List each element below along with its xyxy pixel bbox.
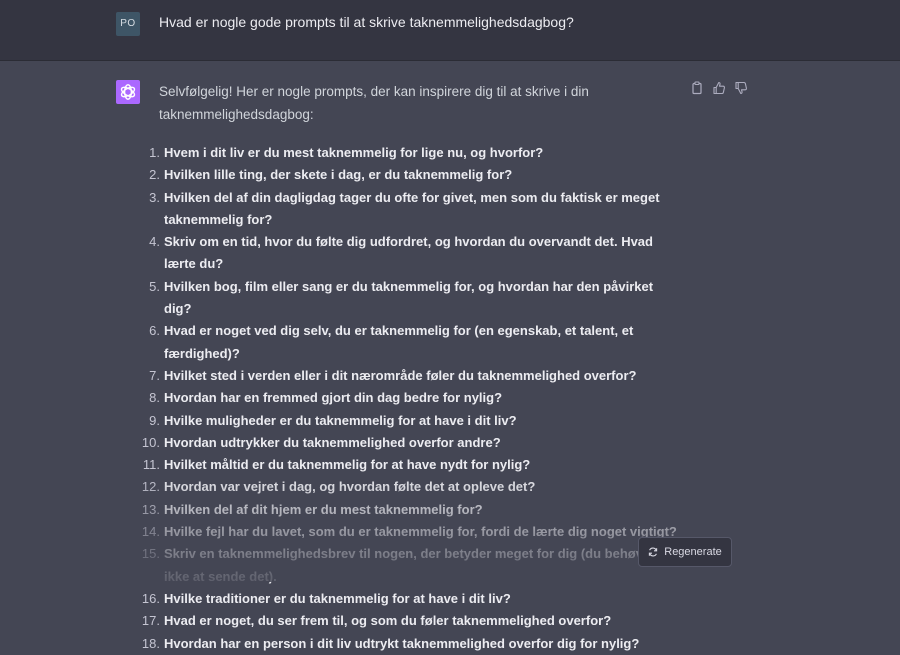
list-item-number: 11. <box>142 457 160 473</box>
list-item: 17. Hvad er noget, du ser frem til, og so… <box>136 610 696 632</box>
list-item: 5. Hvilken bog, film eller sang er du tak… <box>136 276 696 321</box>
regenerate-button[interactable]: Regenerate <box>638 537 732 567</box>
assistant-message-row: Selvfølgelig! Her er nogle prompts, der … <box>0 61 900 651</box>
list-item-number: 3. <box>149 189 160 205</box>
list-item-number: 12. <box>141 479 160 495</box>
user-message-text: Hvad er nogle gode prompts til at skrive… <box>159 14 574 30</box>
list-item-number: 2. <box>149 167 160 183</box>
list-item-text: Hvilken del af dit hjem er du mest takne… <box>164 501 483 517</box>
list-item-number: 17. <box>141 613 160 629</box>
list-item: 11. Hvilket måltid er du taknemmelig for … <box>136 454 696 476</box>
list-item-number: 6. <box>149 323 160 339</box>
user-message-row: PO Hvad er nogle gode prompts til at skr… <box>0 0 900 61</box>
list-item-text: Hvilken lille ting, der skete i dag, er … <box>164 167 513 183</box>
list-item: 7. Hvilket sted i verden eller i dit næro… <box>136 365 696 387</box>
list-item-text: Hvilke traditioner er du taknemmelig for… <box>164 590 511 606</box>
list-item: 12. Hvordan var vejret i dag, og hvordan … <box>136 476 696 498</box>
refresh-icon <box>649 547 658 557</box>
list-item-number: 7. <box>149 367 160 383</box>
list-item-number: 15. <box>141 546 160 562</box>
list-item-number: 13. <box>141 501 160 517</box>
list-item-text: Hvad er noget, du ser frem til, og som d… <box>164 613 612 629</box>
assistant-intro-text: Selvfølgelig! Her er nogle prompts, der … <box>159 84 589 122</box>
list-item-text: Hvem i dit liv er du mest taknemmelig fo… <box>164 145 544 160</box>
list-item: 13. Hvilken del af dit hjem er du mest ta… <box>136 499 696 521</box>
user-avatar: PO <box>116 12 140 36</box>
prompt-list: 1. Hvem i dit liv er du mest taknemmelig … <box>136 142 696 655</box>
thumbs-up-icon[interactable] <box>712 81 726 95</box>
list-item: 6. Hvad er noget ved dig selv, du er takn… <box>136 320 696 365</box>
list-item: 4. Skriv om en tid, hvor du følte dig udf… <box>136 231 696 276</box>
list-item-number: 8. <box>149 390 160 406</box>
list-item: 16. Hvilke traditioner er du taknemmelig … <box>136 588 696 610</box>
list-item-text: Hvilken del af din dagligdag tager du of… <box>164 189 660 227</box>
list-item-number: 1. <box>149 145 160 160</box>
message-actions <box>690 81 748 95</box>
list-item-text: Hvilke fejl har du lavet, som du er takn… <box>164 524 677 540</box>
list-item-text: Hvilket sted i verden eller i dit næromr… <box>164 367 637 383</box>
list-item-text: Hvordan har en fremmed gjort din dag bed… <box>164 390 503 406</box>
list-item-number: 4. <box>149 234 160 250</box>
thumbs-down-icon[interactable] <box>734 81 748 95</box>
assistant-avatar <box>116 80 140 104</box>
list-item-text: Hvilken bog, film eller sang er du takne… <box>164 278 654 317</box>
list-item: 10. Hvordan udtrykker du taknemmelighed o… <box>136 432 696 454</box>
list-item: 1. Hvem i dit liv er du mest taknemmelig … <box>136 142 696 164</box>
list-item-text: Hvilket måltid er du taknemmelig for at … <box>164 457 531 473</box>
list-item-number: 14. <box>141 524 160 540</box>
copy-icon[interactable] <box>690 81 704 95</box>
list-item-text: Hvilke muligheder er du taknemmelig for … <box>164 412 517 428</box>
list-item-number: 16. <box>141 590 160 606</box>
openai-logo-icon <box>120 84 136 100</box>
list-item-number: 10. <box>141 434 160 450</box>
list-item: 8. Hvordan har en fremmed gjort din dag b… <box>136 387 696 409</box>
list-item-text: Hvordan var vejret i dag, og hvordan føl… <box>164 479 536 495</box>
list-item-number: 18. <box>141 635 160 651</box>
list-item-text: Hvordan udtrykker du taknemmelighed over… <box>164 434 501 450</box>
list-item-number: 5. <box>149 278 160 294</box>
list-item: 18. Hvordan har en person i dit liv udtry… <box>136 633 696 655</box>
list-item-text: Skriv om en tid, hvor du følte dig udfor… <box>164 234 653 272</box>
list-item-text: Hvad er noget ved dig selv, du er taknem… <box>164 323 634 361</box>
list-item-number: 9. <box>149 412 160 428</box>
list-item: 15. Skriv en taknemmelighedsbrev til noge… <box>136 543 696 588</box>
list-item: 14. Hvilke fejl har du lavet, som du er t… <box>136 521 696 543</box>
list-item-text: Skriv en taknemmelighedsbrev til nogen, … <box>164 546 656 584</box>
list-item-text: Hvordan har en person i dit liv udtrykt … <box>164 635 640 651</box>
list-item: 3. Hvilken del af din dagligdag tager du … <box>136 187 696 232</box>
regenerate-label: Regenerate <box>664 546 722 558</box>
list-item: 2. Hvilken lille ting, der skete i dag, e… <box>136 164 696 186</box>
list-item: 9. Hvilke muligheder er du taknemmelig fo… <box>136 410 696 432</box>
